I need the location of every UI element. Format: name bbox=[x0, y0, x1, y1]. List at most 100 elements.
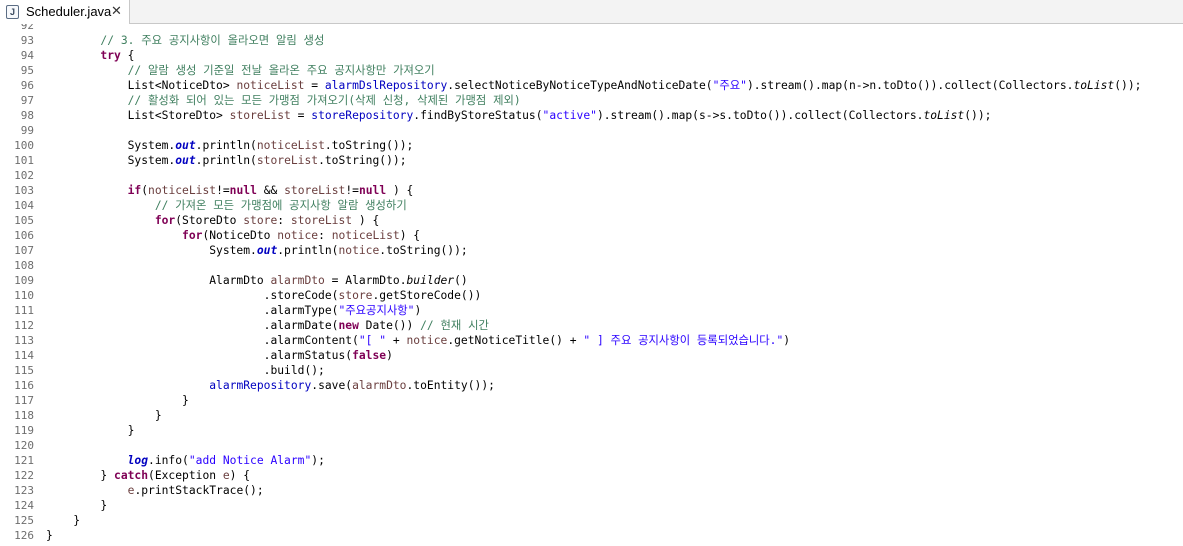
code-line[interactable]: log.info("add Notice Alarm"); bbox=[46, 453, 325, 468]
code-line[interactable]: for(NoticeDto notice: noticeList) { bbox=[46, 228, 420, 243]
line-number: 109 bbox=[14, 274, 34, 287]
code-line[interactable]: System.out.println(notice.toString()); bbox=[46, 243, 467, 258]
code-token: // 현재 시간 bbox=[420, 319, 489, 332]
close-icon[interactable]: ✕ bbox=[111, 4, 122, 20]
code-token: } bbox=[46, 499, 108, 512]
code-line[interactable]: List<StoreDto> storeList = storeReposito… bbox=[46, 108, 992, 123]
code-line[interactable]: } bbox=[46, 513, 80, 528]
code-line[interactable]: List<NoticeDto> noticeList = alarmDslRep… bbox=[46, 78, 1142, 93]
code-line[interactable]: System.out.println(noticeList.toString()… bbox=[46, 138, 414, 153]
code-line[interactable]: } bbox=[46, 408, 162, 423]
code-token: "주요" bbox=[712, 79, 747, 92]
code-line[interactable]: // 가져온 모든 가맹점에 공지사항 알람 생성하기 bbox=[46, 198, 407, 213]
code-token: } bbox=[46, 424, 135, 437]
code-token: storeList bbox=[229, 109, 291, 122]
code-token: alarmDto bbox=[270, 274, 325, 287]
code-token: null bbox=[358, 184, 387, 197]
code-token: Date()) bbox=[358, 319, 421, 332]
code-token: " ] 주요 공지사항이 등록되었습니다." bbox=[583, 334, 784, 347]
code-token: .getNoticeTitle() + bbox=[447, 334, 584, 347]
code-line[interactable]: } bbox=[46, 528, 53, 543]
line-number: 104 bbox=[14, 199, 34, 212]
code-line[interactable]: alarmRepository.save(alarmDto.toEntity()… bbox=[46, 378, 495, 393]
code-token: .alarmStatus( bbox=[46, 349, 353, 362]
editor-tab-bar: J Scheduler.java ✕ bbox=[0, 0, 1183, 24]
line-number: 105 bbox=[14, 214, 34, 227]
code-token: "주요공지사항" bbox=[338, 304, 415, 317]
code-token: : bbox=[318, 229, 332, 242]
line-number: 106 bbox=[14, 229, 34, 242]
code-line[interactable]: .alarmStatus(false) bbox=[46, 348, 393, 363]
code-line[interactable]: // 활성화 되어 있는 모든 가맹점 가져오기(삭제 신청, 삭제된 가맹점 … bbox=[46, 93, 521, 108]
line-number: 116 bbox=[14, 379, 34, 392]
code-token: System. bbox=[46, 244, 257, 257]
code-token: .info( bbox=[148, 454, 189, 467]
code-token: catch bbox=[114, 469, 149, 482]
code-token: .alarmType( bbox=[46, 304, 339, 317]
code-line[interactable]: try { bbox=[46, 48, 134, 63]
code-token: ) { bbox=[399, 229, 421, 242]
code-token: builder bbox=[406, 274, 455, 287]
code-token: toList bbox=[923, 109, 965, 122]
code-token: noticeList bbox=[331, 229, 400, 242]
line-number: 122 bbox=[14, 469, 34, 482]
code-token: ) bbox=[386, 349, 393, 362]
code-token: { bbox=[120, 49, 135, 62]
code-token: out bbox=[175, 154, 196, 167]
code-line[interactable]: for(StoreDto store: storeList ) { bbox=[46, 213, 379, 228]
line-number: 111 bbox=[14, 304, 34, 317]
code-line[interactable]: .alarmDate(new Date()) // 현재 시간 bbox=[46, 318, 489, 333]
code-line[interactable]: .storeCode(store.getStoreCode()) bbox=[46, 288, 482, 303]
code-token: e bbox=[222, 469, 230, 482]
code-token: ) { bbox=[229, 469, 251, 482]
code-token: noticeList bbox=[148, 184, 217, 197]
code-line[interactable]: e.printStackTrace(); bbox=[46, 483, 264, 498]
code-token: .save( bbox=[311, 379, 353, 392]
line-number: 100 bbox=[14, 139, 34, 152]
code-token: false bbox=[352, 349, 387, 362]
code-token: .build(); bbox=[46, 364, 325, 377]
code-editor[interactable]: 92 93 94 95 96 97 98 99 100 101 102 103 104 105 106 107… bbox=[0, 24, 1183, 546]
code-token: = bbox=[304, 79, 325, 92]
code-line[interactable]: } catch(Exception e) { bbox=[46, 468, 250, 483]
code-token: notice bbox=[406, 334, 448, 347]
code-token: } bbox=[46, 469, 115, 482]
code-token: .findByStoreStatus( bbox=[413, 109, 543, 122]
line-number: 114 bbox=[14, 349, 34, 362]
code-token: .toString()); bbox=[324, 139, 414, 152]
code-line[interactable]: .build(); bbox=[46, 363, 325, 378]
code-token: new bbox=[338, 319, 359, 332]
code-token: storeRepository bbox=[311, 109, 414, 122]
code-token: .printStackTrace(); bbox=[134, 484, 264, 497]
code-line[interactable]: // 알람 생성 기준일 전날 올라온 주요 공지사항만 가져오기 bbox=[46, 63, 435, 78]
code-line[interactable]: .alarmType("주요공지사항") bbox=[46, 303, 422, 318]
code-token: storeList bbox=[284, 184, 346, 197]
code-line[interactable]: .alarmContent("[ " + notice.getNoticeTit… bbox=[46, 333, 790, 348]
code-token: System. bbox=[46, 139, 176, 152]
code-token: .println( bbox=[195, 139, 257, 152]
code-token: .alarmContent( bbox=[46, 334, 359, 347]
line-number: 123 bbox=[14, 484, 34, 497]
line-number: 102 bbox=[14, 169, 34, 182]
code-token: try bbox=[100, 49, 121, 62]
code-line[interactable]: System.out.println(storeList.toString())… bbox=[46, 153, 407, 168]
code-line[interactable]: } bbox=[46, 393, 189, 408]
code-line[interactable]: AlarmDto alarmDto = AlarmDto.builder() bbox=[46, 273, 468, 288]
line-number: 125 bbox=[14, 514, 34, 527]
code-token: toList bbox=[1073, 79, 1115, 92]
code-line[interactable]: // 3. 주요 공지사항이 올라오면 알림 생성 bbox=[46, 33, 324, 48]
code-line[interactable]: } bbox=[46, 423, 135, 438]
code-line[interactable]: } bbox=[46, 498, 107, 513]
line-number: 120 bbox=[14, 439, 34, 452]
code-token: notice bbox=[338, 244, 380, 257]
tab-scheduler-java[interactable]: J Scheduler.java ✕ bbox=[0, 0, 130, 24]
line-number: 97 bbox=[20, 94, 34, 107]
code-token: } bbox=[46, 394, 189, 407]
line-number: 117 bbox=[14, 394, 34, 407]
line-number: 95 bbox=[20, 64, 34, 77]
code-line[interactable]: if(noticeList!=null && storeList!=null )… bbox=[46, 183, 414, 198]
